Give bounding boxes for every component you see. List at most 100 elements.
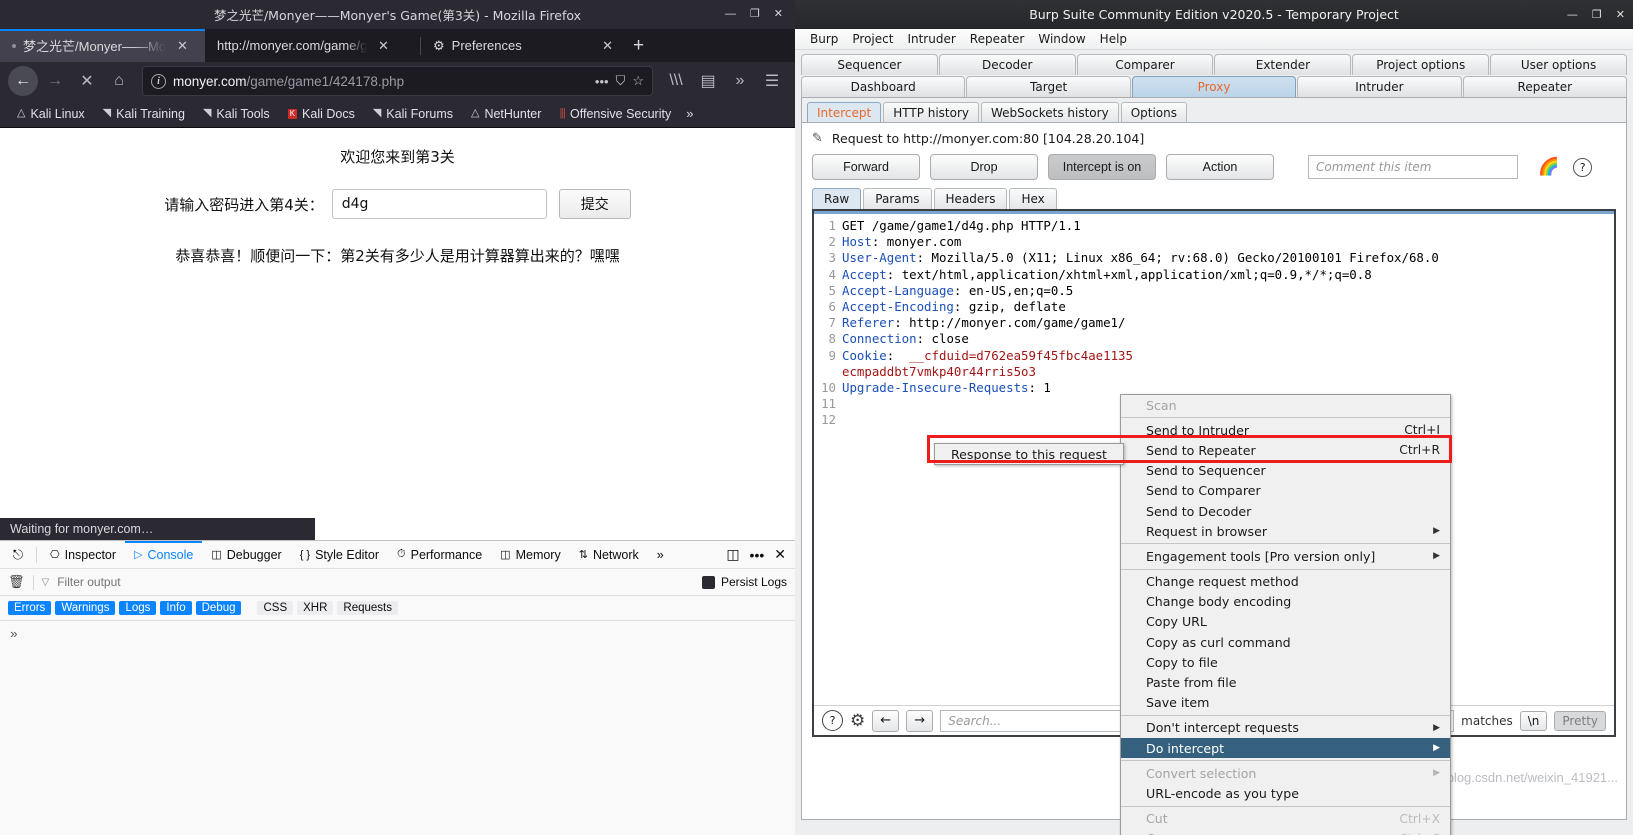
devtools-tab-inspector[interactable]: ⎔ Inspector xyxy=(41,541,125,569)
rainbow-icon[interactable]: 🌈 xyxy=(1538,157,1559,177)
help-icon[interactable]: ? xyxy=(1573,157,1593,177)
bookmark-nethunter[interactable]: △ NetHunter xyxy=(462,107,550,121)
subtab-websockets-history[interactable]: WebSockets history xyxy=(981,102,1119,122)
menu-item-engagement-tools[interactable]: Engagement tools [Pro version only] ▶ xyxy=(1121,546,1450,566)
devtools-tabs-overflow-icon[interactable]: » xyxy=(648,541,673,569)
devtools-more-icon[interactable]: ••• xyxy=(750,547,765,563)
filter-chip-errors[interactable]: Errors xyxy=(8,601,52,615)
bookmark-offensive-security[interactable]: ||| Offensive Security xyxy=(550,107,680,121)
menu-item-send-to-intruder[interactable]: Send to Intruder Ctrl+I xyxy=(1121,420,1450,440)
filter-input[interactable] xyxy=(57,575,694,589)
menu-project[interactable]: Project xyxy=(845,32,900,46)
msgtab-hex[interactable]: Hex xyxy=(1009,188,1057,209)
menu-item-save-item[interactable]: Save item xyxy=(1121,693,1450,713)
action-button[interactable]: Action xyxy=(1166,154,1274,180)
submit-button[interactable]: 提交 xyxy=(558,189,631,219)
minimize-icon[interactable]: — xyxy=(725,9,736,20)
menu-window[interactable]: Window xyxy=(1031,32,1092,46)
gear-icon[interactable]: ⚙ xyxy=(850,711,865,731)
search-next-button[interactable]: → xyxy=(906,709,934,732)
menu-item-send-to-sequencer[interactable]: Send to Sequencer xyxy=(1121,461,1450,481)
newline-toggle[interactable]: \n xyxy=(1519,710,1548,731)
filter-chip-warnings[interactable]: Warnings xyxy=(55,601,116,615)
page-actions-icon[interactable]: ••• xyxy=(595,74,609,89)
filter-chip-css[interactable]: CSS xyxy=(257,601,294,615)
forward-button[interactable]: Forward xyxy=(812,154,920,180)
bookmark-kali-forums[interactable]: ◥ Kali Forums xyxy=(364,107,462,121)
subtab-http-history[interactable]: HTTP history xyxy=(883,102,980,122)
back-button[interactable]: ← xyxy=(8,66,38,96)
tab-decoder[interactable]: Decoder xyxy=(938,54,1076,75)
intercept-toggle-button[interactable]: Intercept is on xyxy=(1048,154,1156,180)
element-picker-icon[interactable]: ⎋ xyxy=(4,547,32,563)
devtools-tab-network[interactable]: ⇅ Network xyxy=(570,541,648,569)
filter-chip-logs[interactable]: Logs xyxy=(119,601,157,615)
forward-button[interactable]: → xyxy=(40,66,70,96)
filter-chip-xhr[interactable]: XHR xyxy=(297,601,334,615)
console-output[interactable]: » xyxy=(0,621,795,661)
menu-help[interactable]: Help xyxy=(1093,32,1134,46)
help-icon[interactable]: ? xyxy=(822,710,843,731)
msgtab-params[interactable]: Params xyxy=(863,188,932,209)
devtools-close-icon[interactable]: ✕ xyxy=(774,546,786,563)
browser-tab-1-close-icon[interactable]: ✕ xyxy=(173,38,188,54)
menu-burp[interactable]: Burp xyxy=(803,32,845,46)
menu-item-copy-to-file[interactable]: Copy to file xyxy=(1121,652,1450,672)
filter-chip-requests[interactable]: Requests xyxy=(337,601,399,615)
context-menu[interactable]: Scan Send to Intruder Ctrl+I Send to Repe… xyxy=(1120,394,1451,835)
overflow-icon[interactable]: » xyxy=(725,66,755,96)
tab-repeater[interactable]: Repeater xyxy=(1462,76,1628,97)
close-icon[interactable]: ✕ xyxy=(1616,8,1625,21)
menu-item-change-body-encoding[interactable]: Change body encoding xyxy=(1121,592,1450,612)
menu-item-dont-intercept-requests[interactable]: Don't intercept requests ▶ xyxy=(1121,718,1450,738)
menu-repeater[interactable]: Repeater xyxy=(963,32,1032,46)
subtab-intercept[interactable]: Intercept xyxy=(807,102,882,122)
comment-field[interactable]: Comment this item xyxy=(1308,155,1518,179)
tab-comparer[interactable]: Comparer xyxy=(1076,54,1214,75)
site-info-icon[interactable]: i xyxy=(151,73,166,89)
browser-tab-3-close-icon[interactable]: ✕ xyxy=(598,38,613,54)
tab-intruder[interactable]: Intruder xyxy=(1297,76,1462,97)
pretty-toggle[interactable]: Pretty xyxy=(1554,710,1606,731)
menu-item-copy-url[interactable]: Copy URL xyxy=(1121,612,1450,632)
new-tab-button[interactable]: + xyxy=(621,36,656,55)
msgtab-raw[interactable]: Raw xyxy=(812,188,862,209)
menu-item-request-in-browser[interactable]: Request in browser ▶ xyxy=(1121,521,1450,541)
app-menu-icon[interactable]: ☰ xyxy=(757,66,787,96)
stop-button[interactable]: ✕ xyxy=(72,66,102,96)
bookmark-kali-tools[interactable]: ◥ Kali Tools xyxy=(194,107,279,121)
menu-item-url-encode-as-you-type[interactable]: URL-encode as you type xyxy=(1121,783,1450,803)
menu-item-change-request-method[interactable]: Change request method xyxy=(1121,572,1450,592)
close-icon[interactable]: ✕ xyxy=(774,9,783,20)
tab-target[interactable]: Target xyxy=(966,76,1131,97)
bookmark-star-icon[interactable]: ☆ xyxy=(632,73,644,89)
clear-console-icon[interactable]: 🗑 xyxy=(8,574,25,590)
library-icon[interactable]: \\\ xyxy=(661,66,691,96)
menu-item-copy-as-curl[interactable]: Copy as curl command xyxy=(1121,632,1450,652)
bookmark-kali-training[interactable]: ◥ Kali Training xyxy=(94,107,194,121)
maximize-icon[interactable]: ❐ xyxy=(750,9,760,20)
dock-icon[interactable]: ◫ xyxy=(726,546,739,563)
devtools-tab-style-editor[interactable]: { } Style Editor xyxy=(291,541,388,569)
devtools-tab-console[interactable]: ▷ Console xyxy=(125,540,203,569)
tab-user-options[interactable]: User options xyxy=(1490,54,1627,75)
tab-dashboard[interactable]: Dashboard xyxy=(801,76,966,97)
bookmarks-overflow-icon[interactable]: » xyxy=(680,106,699,121)
filter-chip-debug[interactable]: Debug xyxy=(195,601,242,615)
maximize-icon[interactable]: ❐ xyxy=(1592,8,1602,21)
sidebar-icon[interactable]: ▤ xyxy=(693,66,723,96)
tab-project-options[interactable]: Project options xyxy=(1352,54,1490,75)
menu-item-do-intercept[interactable]: Do intercept ▶ xyxy=(1121,738,1450,759)
bookmark-kali-linux[interactable]: △ Kali Linux xyxy=(8,107,94,121)
minimize-icon[interactable]: — xyxy=(1567,8,1578,21)
tab-sequencer[interactable]: Sequencer xyxy=(801,54,938,75)
subtab-options[interactable]: Options xyxy=(1120,102,1187,122)
menu-item-send-to-comparer[interactable]: Send to Comparer xyxy=(1121,481,1450,501)
filter-chip-info[interactable]: Info xyxy=(160,601,192,615)
search-prev-button[interactable]: ← xyxy=(872,709,900,732)
drop-button[interactable]: Drop xyxy=(930,154,1038,180)
menu-item-send-to-repeater[interactable]: Send to Repeater Ctrl+R xyxy=(1121,440,1450,460)
browser-tab-2[interactable]: http://monyer.com/game/ga ✕ xyxy=(205,29,420,62)
menu-intruder[interactable]: Intruder xyxy=(900,32,962,46)
home-button[interactable]: ⌂ xyxy=(104,66,134,96)
